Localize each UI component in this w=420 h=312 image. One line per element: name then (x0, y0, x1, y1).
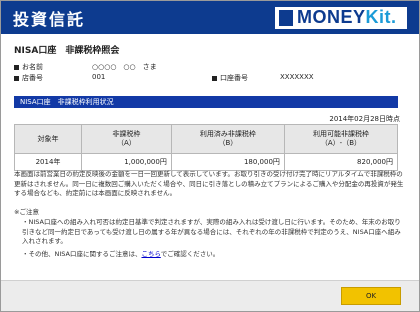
header-available: 利用可能非課税枠 （A）-（B） (283, 124, 399, 154)
caution-bullet-1: ・NISA口座への組み入れ可否は約定日基準で判定されますが、実際の組み入れは受け… (22, 218, 401, 245)
as-of-date: 2014年02月28日時点 (329, 115, 400, 123)
cell-limit: 1,000,000円 (81, 153, 172, 171)
nisa-limit-table: 対象年 非課税枠 （A） 利用済み非課税枠 （B） 利用可能非課税枠 （A）-（B） … (14, 124, 399, 171)
caution-title: ※ご注意 (14, 208, 39, 216)
header-used-label: 利用済み非課税枠 (199, 130, 256, 138)
account-value: XXXXXXX (280, 73, 314, 81)
header-limit-sub: （A） (117, 139, 136, 147)
branch-label: 店番号 (22, 74, 43, 82)
caution-bullet-2-tail: でご確認ください。 (160, 250, 220, 258)
update-note: 本画面は前営業日の約定反映後の金額を一日一回更新して表示しています。お取り引きの… (14, 170, 404, 197)
cell-year: 2014年 (14, 153, 82, 171)
page-title: NISA口座 非課税枠照会 (14, 46, 120, 56)
name-value: ○○○○ ○○ さま (92, 63, 157, 71)
cell-available: 820,000円 (283, 153, 399, 171)
status-section-bar: NISA口座 非課税枠利用状況 (14, 96, 398, 108)
header-limit-label: 非課税枠 (112, 130, 141, 138)
bullet-icon (212, 75, 217, 81)
branch-value: 001 (92, 73, 106, 81)
logo-kit-text: Kit. (365, 7, 397, 27)
account-label: 口座番号 (220, 74, 248, 82)
header-year: 対象年 (14, 124, 82, 154)
branch-row: 店番号 (14, 73, 43, 83)
moneykit-logo: MONEYKit. (275, 7, 407, 29)
name-row: お名前 (14, 62, 43, 72)
header-year-label: 対象年 (37, 134, 59, 143)
cell-used: 180,000円 (170, 153, 285, 171)
account-row: 口座番号 (212, 73, 248, 83)
details-link[interactable]: こちら (141, 250, 160, 258)
header-available-label: 利用可能非課税枠 (312, 130, 369, 138)
footer-bar: OK (1, 280, 419, 311)
header-used: 利用済み非課税枠 （B） (170, 124, 285, 154)
logo-text: MONEYKit. (297, 7, 397, 28)
header-bar: 投資信託 MONEYKit. (1, 1, 419, 34)
bullet-icon (14, 75, 19, 81)
table-row: 2014年 1,000,000円 180,000円 820,000円 (14, 153, 399, 171)
header-available-sub: （A）-（B） (320, 139, 362, 147)
table-header-row: 対象年 非課税枠 （A） 利用済み非課税枠 （B） 利用可能非課税枠 （A）-（B） (14, 124, 399, 154)
logo-main-text: MONEY (297, 7, 366, 27)
caution-bullet-2-text: ・その他、NISA口座に関するご注意は、 (22, 250, 142, 258)
header-title: 投資信託 (13, 10, 86, 29)
header-limit: 非課税枠 （A） (81, 124, 172, 154)
caution-bullet-2: ・その他、NISA口座に関するご注意は、こちらでご確認ください。 (22, 250, 404, 260)
logo-mark-icon (279, 10, 293, 26)
ok-button[interactable]: OK (341, 287, 401, 305)
header-used-sub: （B） (218, 139, 238, 147)
name-label: お名前 (22, 63, 43, 71)
bullet-icon (14, 64, 19, 70)
